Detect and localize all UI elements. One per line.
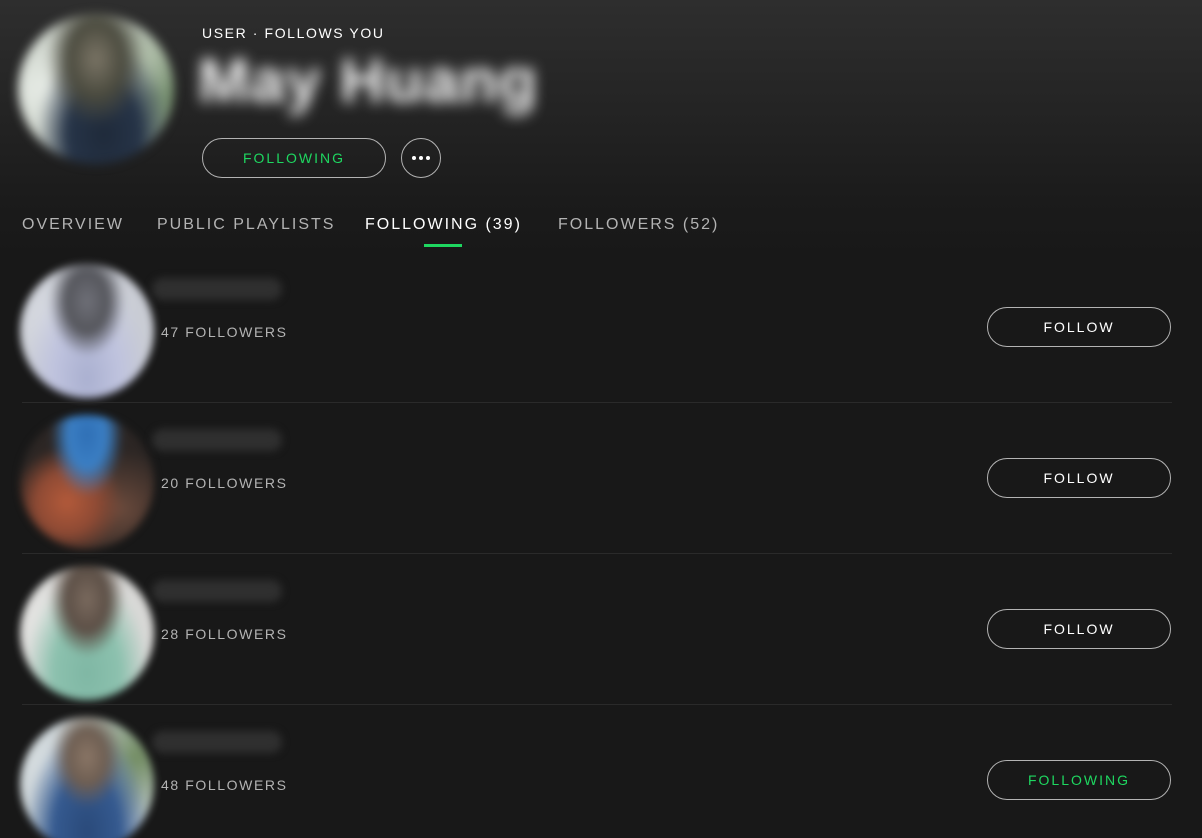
follower-count: 47 FOLLOWERS (161, 324, 288, 340)
following-list: 47 FOLLOWERS FOLLOW 20 FOLLOWERS FOLLOW … (0, 252, 1202, 838)
tab-public-playlists[interactable]: PUBLIC PLAYLISTS (157, 216, 335, 234)
active-tab-indicator (424, 244, 462, 247)
profile-name: May Huang (198, 47, 538, 116)
follow-button[interactable]: FOLLOW (987, 307, 1171, 347)
user-name[interactable] (152, 278, 282, 300)
user-name[interactable] (152, 731, 282, 753)
tab-overview[interactable]: OVERVIEW (22, 216, 124, 234)
follow-button[interactable]: FOLLOW (987, 609, 1171, 649)
profile-tabs: OVERVIEW PUBLIC PLAYLISTS FOLLOWING (39)… (0, 212, 1202, 252)
following-button[interactable]: FOLLOWING (987, 760, 1171, 800)
avatar (20, 415, 154, 549)
profile-header: USER · FOLLOWS YOU May Huang FOLLOWING (0, 0, 1202, 200)
user-name[interactable] (152, 429, 282, 451)
profile-avatar (18, 14, 174, 164)
avatar (20, 717, 154, 838)
list-item[interactable]: 48 FOLLOWERS FOLLOWING (0, 705, 1202, 838)
list-item[interactable]: 20 FOLLOWERS FOLLOW (0, 403, 1202, 554)
avatar (20, 264, 154, 398)
follower-count: 20 FOLLOWERS (161, 475, 288, 491)
avatar (20, 566, 154, 700)
follower-count: 48 FOLLOWERS (161, 777, 288, 793)
more-options-icon (411, 156, 432, 160)
follower-count: 28 FOLLOWERS (161, 626, 288, 642)
more-options-button[interactable] (401, 138, 441, 178)
profile-page: USER · FOLLOWS YOU May Huang FOLLOWING O… (0, 0, 1202, 838)
user-name[interactable] (152, 580, 282, 602)
tab-followers[interactable]: FOLLOWERS (52) (558, 216, 719, 234)
tab-following[interactable]: FOLLOWING (39) (365, 216, 522, 234)
list-item[interactable]: 28 FOLLOWERS FOLLOW (0, 554, 1202, 705)
user-type-label: USER · FOLLOWS YOU (202, 25, 385, 41)
list-item[interactable]: 47 FOLLOWERS FOLLOW (0, 252, 1202, 403)
following-button[interactable]: FOLLOWING (202, 138, 386, 178)
follow-button[interactable]: FOLLOW (987, 458, 1171, 498)
